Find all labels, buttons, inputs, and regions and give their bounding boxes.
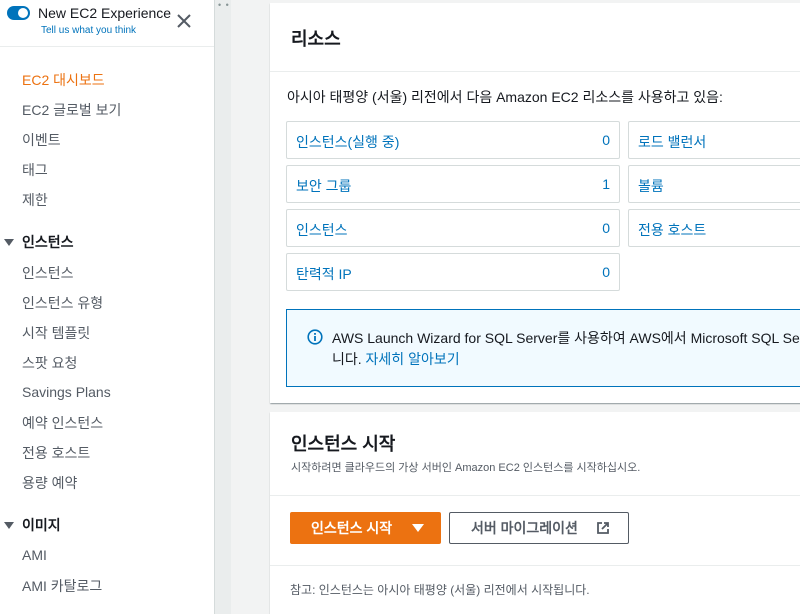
launch-title: 인스턴스 시작: [291, 434, 396, 454]
caret-down-icon: [4, 521, 14, 529]
resources-panel: 리소스 아시아 태평양 (서울) 리전에서 다음 Amazon EC2 리소스를…: [270, 3, 800, 403]
sidebar-item-instance-types[interactable]: 인스턴스 유형: [22, 293, 103, 313]
resource-label[interactable]: 탄력적 IP: [296, 264, 352, 284]
launch-region-note: 참고: 인스턴스는 아시아 태평양 (서울) 리전에서 시작됩니다.: [290, 583, 590, 597]
resource-card-volumes[interactable]: 볼륨: [628, 165, 800, 203]
caret-down-icon: [4, 238, 14, 246]
resource-card-instances[interactable]: 인스턴스 0: [286, 209, 620, 247]
learn-more-link[interactable]: 자세히 알아보기: [366, 351, 460, 367]
resource-card-load-balancers[interactable]: 로드 밸런서: [628, 121, 800, 159]
caret-down-icon: [412, 524, 424, 532]
resource-card-dedicated-hosts[interactable]: 전용 호스트: [628, 209, 800, 247]
resource-card-security-groups[interactable]: 보안 그룹 1: [286, 165, 620, 203]
launch-instance-button[interactable]: 인스턴스 시작: [290, 512, 441, 544]
resources-title: 리소스: [291, 29, 341, 49]
close-icon[interactable]: [174, 11, 194, 31]
info-text: AWS Launch Wizard for SQL Server를 사용하여 A…: [332, 328, 800, 370]
sidebar-item-launch-templates[interactable]: 시작 템플릿: [22, 323, 90, 343]
resource-label[interactable]: 보안 그룹: [296, 176, 351, 196]
resource-label[interactable]: 전용 호스트: [638, 220, 706, 240]
resource-label[interactable]: 인스턴스: [296, 220, 348, 240]
external-link-icon: [597, 522, 609, 534]
sidebar-item-spot-requests[interactable]: 스팟 요청: [22, 353, 77, 373]
sidebar-section-images[interactable]: 이미지: [4, 515, 61, 535]
migrate-server-button[interactable]: 서버 마이그레이션: [449, 512, 629, 544]
drag-handle-icon: • •: [218, 0, 230, 10]
new-experience-title: New EC2 Experience: [38, 5, 172, 21]
launch-footer: 참고: 인스턴스는 아시아 태평양 (서울) 리전에서 시작됩니다.: [270, 565, 800, 614]
sidebar-resize-handle[interactable]: [214, 0, 231, 614]
resource-count[interactable]: 0: [602, 264, 610, 280]
launch-instance-button-label: 인스턴스 시작: [311, 520, 393, 536]
sidebar-item-limits[interactable]: 제한: [22, 190, 48, 210]
sidebar-header: New EC2 Experience Tell us what you thin…: [0, 0, 214, 47]
resources-header: 리소스: [270, 3, 800, 72]
sidebar-item-events[interactable]: 이벤트: [22, 130, 61, 150]
sidebar-item-ami[interactable]: AMI: [22, 547, 47, 563]
info-icon: [307, 329, 323, 345]
resource-card-elastic-ips[interactable]: 탄력적 IP 0: [286, 253, 620, 291]
sidebar-item-dedicated-hosts[interactable]: 전용 호스트: [22, 443, 90, 463]
feedback-link[interactable]: Tell us what you think: [41, 25, 136, 36]
sidebar-item-ec2-global-view[interactable]: EC2 글로벌 보기: [22, 100, 121, 120]
launch-subtitle: 시작하려면 클라우드의 가상 서버인 Amazon EC2 인스턴스를 시작하십…: [291, 462, 641, 474]
resource-label[interactable]: 인스턴스(실행 중): [296, 132, 399, 152]
resource-label[interactable]: 로드 밸런서: [638, 132, 706, 152]
resource-count[interactable]: 0: [602, 132, 610, 148]
sidebar-item-savings-plans[interactable]: Savings Plans: [22, 384, 111, 400]
sidebar-item-tags[interactable]: 태그: [22, 160, 48, 180]
launch-header: 인스턴스 시작 시작하려면 클라우드의 가상 서버인 Amazon EC2 인스…: [270, 412, 800, 496]
sidebar-item-capacity-reservations[interactable]: 용량 예약: [22, 473, 77, 493]
resource-card-running-instances[interactable]: 인스턴스(실행 중) 0: [286, 121, 620, 159]
resource-count[interactable]: 1: [602, 176, 610, 192]
migrate-server-button-label: 서버 마이그레이션: [471, 520, 578, 536]
resource-count[interactable]: 0: [602, 220, 610, 236]
resources-intro: 아시아 태평양 (서울) 리전에서 다음 Amazon EC2 리소스를 사용하…: [287, 89, 723, 105]
sidebar: New EC2 Experience Tell us what you thin…: [0, 0, 214, 614]
info-line-1: AWS Launch Wizard for SQL Server를 사용하여 A…: [332, 330, 800, 346]
sidebar-item-ami-catalog[interactable]: AMI 카탈로그: [22, 576, 102, 596]
sidebar-item-ec2-dashboard[interactable]: EC2 대시보드: [22, 70, 105, 90]
sidebar-item-reserved-instances[interactable]: 예약 인스턴스: [22, 413, 103, 433]
info-line-2: 니다.: [332, 351, 366, 367]
sidebar-section-instances[interactable]: 인스턴스: [4, 232, 74, 252]
launch-instance-panel: 인스턴스 시작 시작하려면 클라우드의 가상 서버인 Amazon EC2 인스…: [270, 412, 800, 614]
sidebar-item-instances[interactable]: 인스턴스: [22, 263, 74, 283]
resource-label[interactable]: 볼륨: [638, 176, 664, 196]
info-alert: AWS Launch Wizard for SQL Server를 사용하여 A…: [286, 309, 800, 387]
new-experience-toggle[interactable]: [7, 6, 30, 20]
